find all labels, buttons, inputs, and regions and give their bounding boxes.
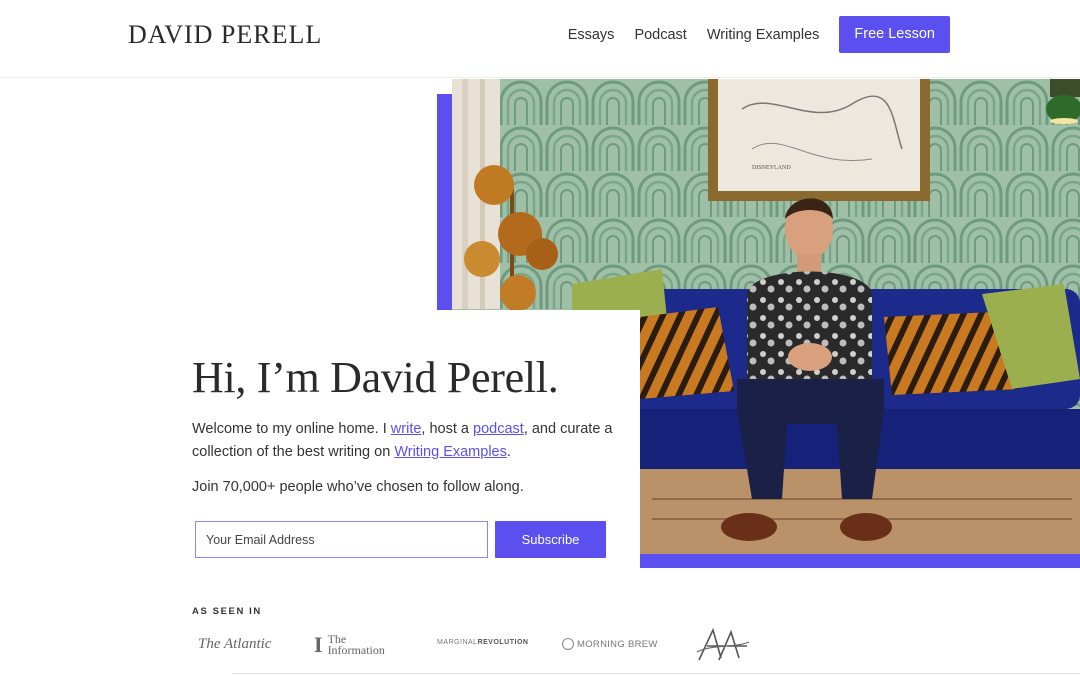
site-header: DAVID PERELL Essays Podcast Writing Exam… [0,0,1080,78]
write-link[interactable]: write [391,421,422,437]
accent-bar-left [437,94,453,310]
intro-text-4: . [506,443,511,460]
map-sign: DISNEYLAND [752,165,791,171]
writing-examples-link[interactable]: Writing Examples [394,444,507,460]
nav-podcast[interactable]: Podcast [634,27,686,43]
join-text: Join 70,000+ people who’ve chosen to fol… [192,479,524,495]
intro-text-1: Welcome to my online home. I [192,421,391,437]
marginal-revolution-logo: MARGINALREVOLUTION [437,639,528,646]
information-line2: Information [327,643,385,657]
mr-word-b: REVOLUTION [477,639,529,646]
section-divider [232,673,1080,674]
nav-writing-examples[interactable]: Writing Examples [707,27,820,43]
press-logos: The Atlantic I The Information MARGINALRE… [192,626,762,666]
podcast-link[interactable]: podcast [473,421,524,437]
free-lesson-button[interactable]: Free Lesson [839,16,950,53]
accent-bar-bottom [640,554,1080,568]
email-input[interactable] [195,521,488,558]
hero-intro: Welcome to my online home. I write, host… [192,418,622,463]
as-seen-in-label: AS SEEN IN [192,606,262,617]
nav-essays[interactable]: Essays [568,27,615,43]
the-information-logo: I The Information [314,632,385,657]
subscribe-button[interactable]: Subscribe [495,521,606,558]
atlantic-logo: The Atlantic [198,636,272,652]
morning-brew-logo: MORNING BREW [562,638,658,650]
morning-brew-icon [562,638,574,650]
mr-word-a: MARGINAL [437,639,478,646]
information-wordmark: The Information [327,633,385,657]
site-logo[interactable]: DAVID PERELL [128,20,322,50]
information-mark: I [314,632,323,657]
intro-text-2: , host a [421,421,474,437]
main-nav: Essays Podcast Writing Examples Free Les… [568,16,950,53]
morning-brew-wordmark: MORNING BREW [577,638,658,650]
signature-logo-icon [695,624,751,669]
hero-title: Hi, I’m David Perell. [192,353,559,402]
